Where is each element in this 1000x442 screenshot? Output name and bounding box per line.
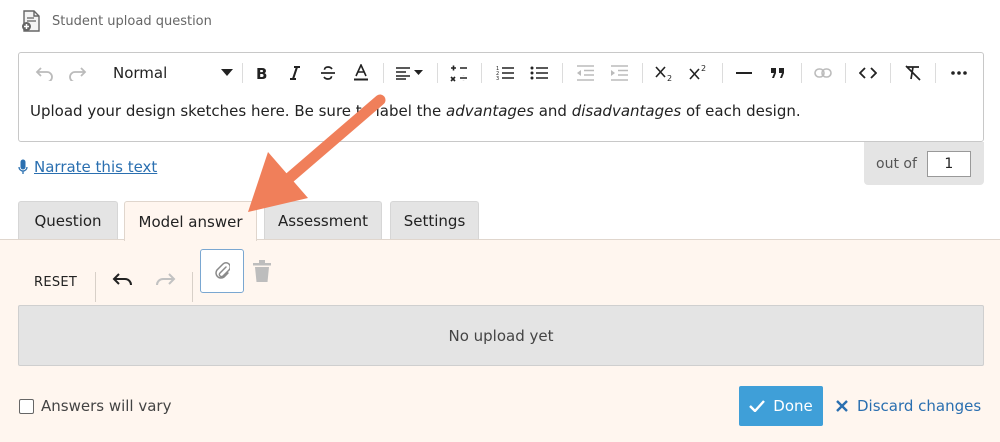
editor-text-italic: disadvantages bbox=[571, 102, 682, 120]
link-icon[interactable] bbox=[811, 61, 835, 85]
done-button[interactable]: Done bbox=[739, 386, 823, 426]
toolbar-divider bbox=[383, 63, 384, 83]
answers-vary-checkbox[interactable]: Answers will vary bbox=[19, 397, 171, 415]
discard-label: Discard changes bbox=[857, 397, 982, 415]
undo-icon[interactable] bbox=[112, 271, 134, 293]
blockquote-icon[interactable] bbox=[766, 61, 790, 85]
toolbar-divider bbox=[845, 63, 846, 83]
clear-format-icon[interactable] bbox=[901, 61, 925, 85]
align-icon[interactable] bbox=[393, 61, 427, 85]
trash-icon[interactable] bbox=[253, 260, 271, 286]
narrate-label: Narrate this text bbox=[34, 158, 158, 176]
subscript-icon[interactable]: 2 bbox=[653, 61, 677, 85]
done-label: Done bbox=[773, 397, 813, 415]
toolbar-divider bbox=[481, 63, 482, 83]
page-title: Student upload question bbox=[52, 14, 212, 29]
svg-text:3: 3 bbox=[496, 76, 499, 81]
superscript-icon[interactable]: 2 bbox=[687, 61, 711, 85]
code-icon[interactable] bbox=[856, 61, 880, 85]
redo-icon[interactable] bbox=[154, 271, 176, 293]
more-icon[interactable] bbox=[946, 61, 972, 85]
upload-area[interactable]: No upload yet bbox=[18, 305, 984, 366]
upload-placeholder: No upload yet bbox=[448, 326, 554, 345]
toolbar-divider bbox=[935, 63, 936, 83]
tab-question[interactable]: Question bbox=[18, 201, 118, 240]
indent-icon[interactable] bbox=[607, 61, 631, 85]
editor-text: Upload your design sketches here. Be sur… bbox=[30, 102, 447, 120]
paragraph-format-select[interactable]: Normal bbox=[113, 61, 233, 85]
toolbar-divider bbox=[801, 63, 802, 83]
editor-content[interactable]: Upload your design sketches here. Be sur… bbox=[30, 102, 801, 120]
numbered-list-icon[interactable]: 123 bbox=[493, 61, 517, 85]
outdent-icon[interactable] bbox=[573, 61, 597, 85]
text-color-icon[interactable] bbox=[350, 61, 372, 85]
math-formula-icon[interactable] bbox=[447, 61, 471, 85]
toolbar-divider bbox=[95, 272, 96, 302]
editor-text: of each design. bbox=[681, 102, 801, 120]
redo-icon[interactable] bbox=[65, 61, 89, 85]
bold-icon[interactable]: B bbox=[250, 61, 272, 85]
answers-vary-label: Answers will vary bbox=[41, 397, 172, 415]
narrate-link[interactable]: Narrate this text bbox=[18, 158, 157, 176]
tab-settings[interactable]: Settings bbox=[390, 201, 479, 240]
model-answer-panel: RESET No upload yet Answers will vary Do… bbox=[0, 239, 1000, 442]
reset-button[interactable]: RESET bbox=[34, 275, 77, 290]
svg-text:2: 2 bbox=[701, 64, 706, 73]
close-icon bbox=[836, 400, 848, 412]
rich-text-editor[interactable]: Normal B 123 2 2 Upload your design sket… bbox=[18, 52, 984, 142]
undo-icon[interactable] bbox=[33, 61, 57, 85]
toolbar-divider bbox=[192, 272, 193, 302]
toolbar-divider bbox=[722, 63, 723, 83]
paperclip-icon bbox=[215, 262, 230, 279]
horizontal-line-icon[interactable] bbox=[732, 61, 756, 85]
editor-text-italic: advantages bbox=[446, 102, 534, 120]
toolbar-divider bbox=[242, 63, 243, 83]
attach-file-button[interactable] bbox=[200, 249, 244, 293]
toolbar-divider bbox=[890, 63, 891, 83]
score-input[interactable] bbox=[926, 150, 971, 177]
editor-toolbar: Normal B 123 2 2 bbox=[19, 53, 983, 93]
checkbox[interactable] bbox=[19, 398, 34, 414]
toolbar-divider bbox=[437, 63, 438, 83]
score-box: out of bbox=[864, 142, 984, 185]
strikethrough-icon[interactable] bbox=[317, 61, 339, 85]
chevron-down-icon bbox=[221, 69, 233, 76]
format-select-label: Normal bbox=[113, 64, 168, 82]
document-upload-icon bbox=[19, 9, 43, 33]
toolbar-divider bbox=[642, 63, 643, 83]
svg-text:B: B bbox=[256, 65, 267, 81]
discard-changes-button[interactable]: Discard changes bbox=[836, 397, 981, 415]
bullet-list-icon[interactable] bbox=[527, 61, 551, 85]
tab-model-answer[interactable]: Model answer bbox=[124, 201, 257, 241]
italic-icon[interactable] bbox=[284, 61, 306, 85]
check-icon bbox=[749, 400, 766, 412]
toolbar-divider bbox=[562, 63, 563, 83]
editor-text: and bbox=[533, 102, 572, 120]
microphone-icon bbox=[18, 159, 28, 174]
tab-assessment[interactable]: Assessment bbox=[264, 201, 382, 240]
score-label: out of bbox=[876, 155, 917, 172]
svg-text:2: 2 bbox=[667, 74, 672, 82]
